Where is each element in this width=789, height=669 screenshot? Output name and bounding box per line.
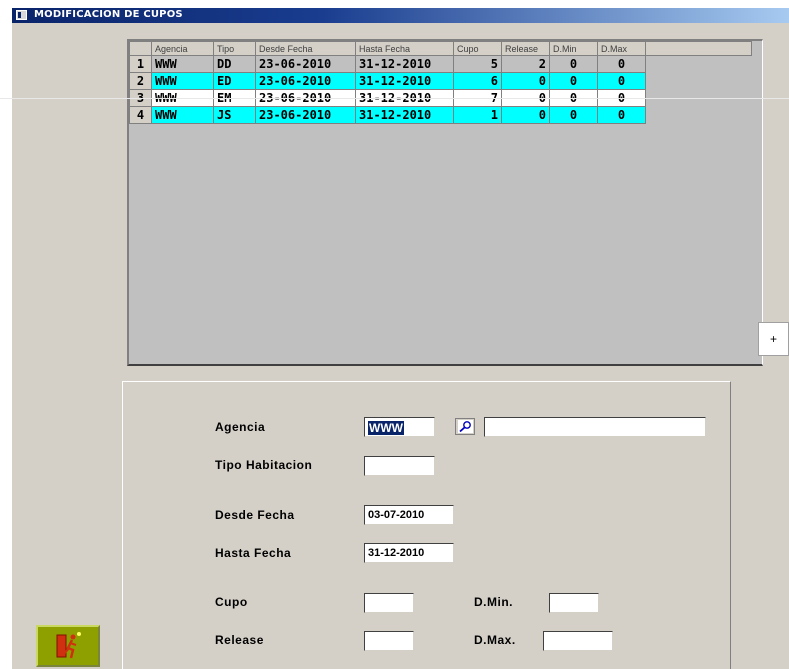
col-header-agencia[interactable]: Agencia	[151, 41, 214, 56]
cell-dmin[interactable]: 0	[549, 55, 598, 73]
row-number[interactable]: 1	[129, 55, 152, 73]
cell-dmax[interactable]: 0	[597, 55, 646, 73]
agencia-label: Agencia	[215, 420, 266, 434]
window-title: MODIFICACION DE CUPOS	[34, 9, 183, 20]
cell-cupo[interactable]: 6	[453, 72, 502, 90]
cell-agencia[interactable]: WWW	[151, 55, 214, 73]
cupo-label: Cupo	[215, 595, 248, 609]
title-bar: MODIFICACION DE CUPOS	[12, 8, 789, 23]
col-header-desde[interactable]: Desde Fecha	[255, 41, 356, 56]
cupos-grid[interactable]: Agencia Tipo Desde Fecha Hasta Fecha Cup…	[127, 39, 763, 366]
table-header-row: Agencia Tipo Desde Fecha Hasta Fecha Cup…	[129, 41, 752, 56]
col-header-hasta[interactable]: Hasta Fecha	[355, 41, 454, 56]
divider-line	[0, 98, 789, 99]
col-header-filler	[645, 41, 752, 56]
release-input[interactable]	[364, 631, 414, 651]
dmin-label: D.Min.	[474, 595, 513, 609]
tipo-habitacion-input[interactable]	[364, 456, 435, 476]
cell-release[interactable]: 0	[501, 72, 550, 90]
col-header-release[interactable]: Release	[501, 41, 550, 56]
window-icon	[16, 10, 27, 20]
tipo-habitacion-label: Tipo Habitacion	[215, 458, 313, 472]
cell-dmax[interactable]: 0	[597, 106, 646, 124]
hasta-fecha-label: Hasta Fecha	[215, 546, 292, 560]
table-row[interactable]: 1 WWW DD 23-06-2010 31-12-2010 5 2 0 0	[129, 55, 752, 73]
cell-cupo[interactable]: 5	[453, 55, 502, 73]
cell-dmin[interactable]: 0	[549, 72, 598, 90]
table-row[interactable]: 4 WWW JS 23-06-2010 31-12-2010 1 0 0 0	[129, 106, 752, 124]
cell-desde[interactable]: 23-06-2010	[255, 72, 356, 90]
exit-door-icon	[56, 632, 81, 659]
cell-hasta[interactable]: 31-12-2010	[355, 72, 454, 90]
cell-hasta[interactable]: 31-12-2010	[355, 106, 454, 124]
exit-button[interactable]	[36, 625, 100, 667]
cell-dmin[interactable]: 0	[549, 106, 598, 124]
search-icon	[458, 420, 473, 433]
desde-fecha-label: Desde Fecha	[215, 508, 295, 522]
hasta-fecha-input[interactable]: 31-12-2010	[364, 543, 454, 563]
release-label: Release	[215, 633, 264, 647]
agencia-search-button[interactable]	[455, 418, 475, 435]
cell-hasta[interactable]: 31-12-2010	[355, 55, 454, 73]
col-header-cupo[interactable]: Cupo	[453, 41, 502, 56]
table-row[interactable]: 2 WWW ED 23-06-2010 31-12-2010 6 0 0 0	[129, 72, 752, 90]
dmin-input[interactable]	[549, 593, 599, 613]
cell-agencia[interactable]: WWW	[151, 106, 214, 124]
dmax-label: D.Max.	[474, 633, 516, 647]
col-header-rownum	[129, 41, 152, 56]
dmax-input[interactable]	[543, 631, 613, 651]
row-number[interactable]: 2	[129, 72, 152, 90]
add-button[interactable]: +	[758, 322, 789, 356]
col-header-dmax[interactable]: D.Max	[597, 41, 646, 56]
cell-release[interactable]: 2	[501, 55, 550, 73]
agencia-value: WWW	[368, 421, 404, 435]
cell-dmax[interactable]: 0	[597, 72, 646, 90]
col-header-tipo[interactable]: Tipo	[213, 41, 256, 56]
agencia-description-field[interactable]	[484, 417, 706, 437]
cell-desde[interactable]: 23-06-2010	[255, 55, 356, 73]
cupo-input[interactable]	[364, 593, 414, 613]
cell-agencia[interactable]: WWW	[151, 72, 214, 90]
cell-cupo[interactable]: 1	[453, 106, 502, 124]
cell-release[interactable]: 0	[501, 106, 550, 124]
col-header-dmin[interactable]: D.Min	[549, 41, 598, 56]
cell-tipo[interactable]: DD	[213, 55, 256, 73]
row-number[interactable]: 4	[129, 106, 152, 124]
agencia-input[interactable]: WWW	[364, 417, 435, 437]
cell-tipo[interactable]: ED	[213, 72, 256, 90]
desde-fecha-input[interactable]: 03-07-2010	[364, 505, 454, 525]
cupos-table: Agencia Tipo Desde Fecha Hasta Fecha Cup…	[129, 41, 752, 124]
cell-desde[interactable]: 23-06-2010	[255, 106, 356, 124]
cell-tipo[interactable]: JS	[213, 106, 256, 124]
